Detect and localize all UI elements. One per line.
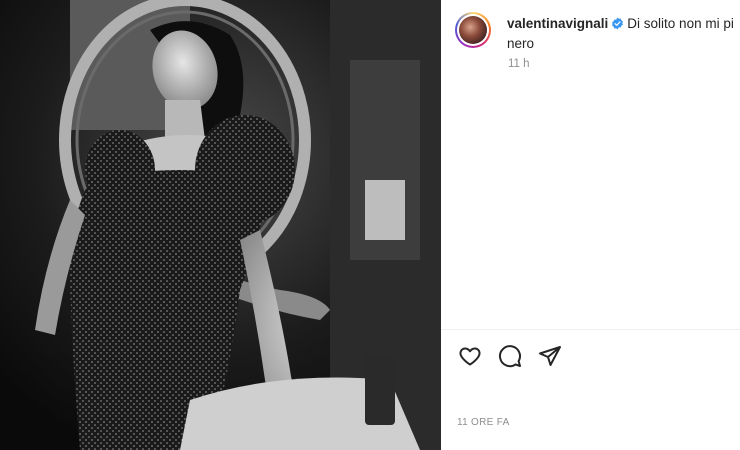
panel-divider [441, 329, 740, 330]
comment-timestamp[interactable]: 11 h [508, 58, 530, 70]
caption: valentinavignali Di solito non mi pi nero [507, 14, 740, 54]
action-bar [456, 342, 656, 372]
avatar-image [459, 16, 487, 44]
caption-row: valentinavignali Di solito non mi pi nero [455, 8, 740, 58]
comment-button[interactable] [496, 342, 524, 370]
verified-badge-icon [612, 17, 624, 30]
post-date[interactable]: 11 ORE FA [457, 417, 510, 428]
post-photo-image [0, 0, 441, 450]
post-side-panel: valentinavignali Di solito non mi pi nero… [441, 0, 740, 450]
caption-text: Di solito non mi pi [627, 16, 734, 31]
username-link[interactable]: valentinavignali [507, 16, 608, 31]
post-photo[interactable] [0, 0, 441, 450]
heart-icon [459, 347, 481, 366]
avatar[interactable] [455, 12, 491, 48]
comment-icon [499, 345, 521, 368]
like-button[interactable] [456, 342, 484, 370]
avatar-ring [457, 14, 489, 46]
caption-text-line2: nero [507, 36, 535, 51]
send-icon [539, 346, 561, 366]
share-button[interactable] [536, 342, 564, 370]
